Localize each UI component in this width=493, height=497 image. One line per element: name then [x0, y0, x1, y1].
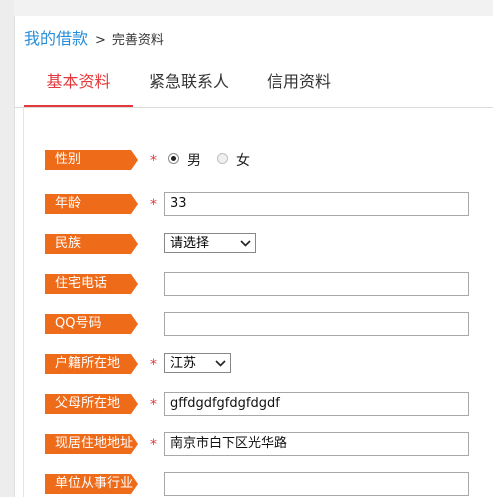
required-mark: * — [150, 197, 157, 213]
age-input[interactable]: 33 — [164, 192, 469, 216]
label-age: 年龄 — [55, 196, 82, 211]
qq-input[interactable] — [164, 312, 469, 336]
label-parents-location: 父母所在地 — [55, 396, 121, 411]
row-hukou: 户籍所在地 * 江苏 — [24, 352, 493, 376]
field-label: 父母所在地 — [45, 394, 138, 414]
row-current-address: 现居住地地址 * 南京市白下区光华路 — [24, 432, 493, 456]
hukou-select[interactable]: 江苏 — [164, 353, 231, 373]
row-ethnicity: 民族 请选择 — [24, 232, 493, 256]
label-employer-industry: 单位从事行业 — [55, 476, 134, 491]
row-employer-industry: 单位从事行业 — [24, 472, 493, 496]
current-address-input[interactable]: 南京市白下区光华路 — [164, 432, 469, 456]
row-age: 年龄 * 33 — [24, 192, 493, 216]
breadcrumb-link-my-loans[interactable]: 我的借款 — [24, 29, 88, 48]
label-current-address: 现居住地地址 — [55, 436, 134, 451]
field-label: 年龄 — [45, 194, 138, 214]
required-mark: * — [150, 357, 157, 373]
main-card: 我的借款 > 完善资料 基本资料 紧急联系人 信用资料 性别 * 男 女 年龄 … — [14, 16, 493, 497]
row-parents-location: 父母所在地 * gffdgdfgfdgfdgdf — [24, 392, 493, 416]
tab-basic-info[interactable]: 基本资料 — [24, 52, 133, 107]
field-label: 民族 — [45, 234, 138, 254]
label-qq: QQ号码 — [55, 316, 102, 331]
left-sidebar-strip — [0, 0, 14, 497]
tab-emergency-contact[interactable]: 紧急联系人 — [139, 52, 239, 106]
ethnicity-select[interactable]: 请选择 — [164, 233, 256, 253]
form-area: 性别 * 男 女 年龄 * 33 民族 请选择 住宅电话 QQ号码 户籍所在地 … — [23, 108, 493, 497]
required-mark: * — [150, 153, 157, 169]
parents-location-input[interactable]: gffdgdfgfdgfdgdf — [164, 392, 469, 416]
row-home-phone: 住宅电话 — [24, 272, 493, 296]
field-label: 性别 — [45, 150, 138, 170]
field-label: 现居住地地址 — [45, 434, 138, 454]
field-label: QQ号码 — [45, 314, 138, 334]
radio-female-label: 女 — [236, 153, 250, 169]
row-gender: 性别 * 男 女 — [24, 148, 493, 172]
breadcrumb-current: 完善资料 — [111, 33, 164, 48]
employer-industry-input[interactable] — [164, 472, 469, 496]
field-label: 户籍所在地 — [45, 354, 138, 374]
row-qq: QQ号码 — [24, 312, 493, 336]
field-label: 单位从事行业 — [45, 474, 138, 494]
ethnicity-select-value: 请选择 — [170, 236, 210, 251]
label-ethnicity: 民族 — [55, 236, 82, 251]
label-home-phone: 住宅电话 — [55, 276, 108, 291]
required-mark: * — [150, 397, 157, 413]
breadcrumb-separator: > — [95, 33, 106, 48]
field-label: 住宅电话 — [45, 274, 138, 294]
required-mark: * — [150, 437, 157, 453]
tab-bar: 基本资料 紧急联系人 信用资料 — [15, 52, 493, 108]
label-hukou: 户籍所在地 — [55, 356, 121, 371]
chevron-down-icon — [215, 360, 226, 367]
home-phone-input[interactable] — [164, 272, 469, 296]
breadcrumb: 我的借款 > 完善资料 — [24, 25, 164, 49]
radio-unchecked-icon — [217, 153, 228, 164]
chevron-down-icon — [240, 240, 251, 247]
radio-male-label: 男 — [187, 153, 201, 169]
hukou-select-value: 江苏 — [170, 356, 197, 371]
label-gender: 性别 — [55, 152, 82, 167]
radio-checked-icon — [168, 153, 179, 164]
tab-credit-info[interactable]: 信用资料 — [255, 52, 343, 106]
